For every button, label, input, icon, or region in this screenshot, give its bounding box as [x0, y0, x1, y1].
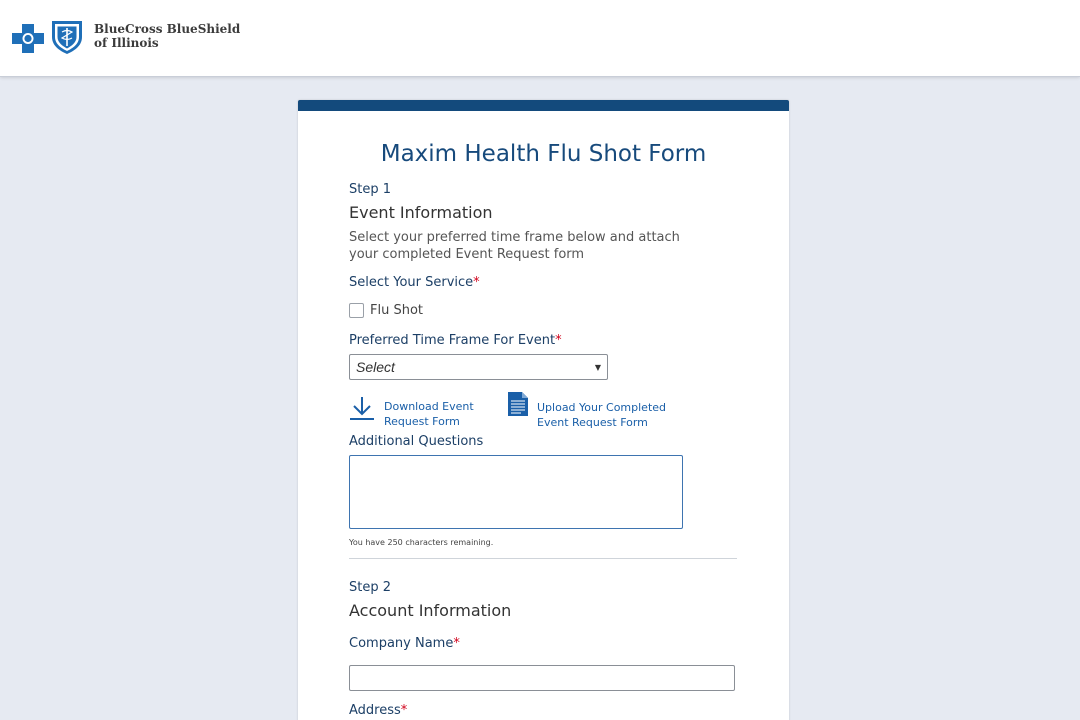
company-name-label: Company Name* — [349, 636, 460, 651]
brand-name: BlueCross BlueShield of Illinois — [94, 22, 240, 50]
required-mark: * — [473, 275, 480, 290]
upload-link-line-2[interactable]: Event Request Form — [537, 415, 666, 430]
event-information-heading: Event Information — [349, 203, 493, 222]
download-link-line-1[interactable]: Download Event — [384, 399, 474, 414]
event-description: Select your preferred time frame below a… — [349, 229, 709, 263]
required-mark: * — [453, 636, 460, 651]
upload-link-line-1[interactable]: Upload Your Completed — [537, 400, 666, 415]
download-icon[interactable] — [349, 394, 375, 426]
upload-form-link[interactable]: Upload Your Completed Event Request Form — [537, 400, 666, 430]
description-line-1: Select your preferred time frame below a… — [349, 230, 680, 245]
brand-line-2: of Illinois — [94, 36, 159, 50]
flu-shot-option[interactable]: Flu Shot — [349, 303, 423, 318]
download-link-line-2[interactable]: Request Form — [384, 414, 474, 429]
address-label: Address* — [349, 703, 407, 718]
section-divider — [349, 558, 737, 559]
flu-shot-label[interactable]: Flu Shot — [370, 303, 423, 318]
company-name-input[interactable] — [349, 665, 735, 691]
site-header: BlueCross BlueShield of Illinois — [0, 0, 1080, 77]
form-card: Maxim Health Flu Shot Form Step 1 Event … — [298, 100, 789, 720]
time-frame-label-text: Preferred Time Frame For Event — [349, 333, 556, 348]
required-mark: * — [555, 333, 562, 348]
address-label-text: Address — [349, 703, 401, 718]
service-label: Select Your Service* — [349, 275, 480, 290]
characters-remaining: You have 250 characters remaining. — [349, 538, 494, 547]
time-frame-select-value: Select — [356, 359, 395, 375]
bcbs-logo[interactable]: BlueCross BlueShield of Illinois — [10, 18, 240, 54]
download-form-link[interactable]: Download Event Request Form — [384, 399, 474, 429]
document-icon[interactable] — [507, 391, 529, 421]
required-mark: * — [400, 703, 408, 718]
company-name-label-text: Company Name — [349, 636, 454, 651]
time-frame-label: Preferred Time Frame For Event* — [349, 333, 562, 348]
flu-shot-checkbox[interactable] — [349, 303, 364, 318]
brand-line-1: BlueCross BlueShield — [94, 22, 241, 36]
page-title: Maxim Health Flu Shot Form — [380, 141, 707, 167]
chevron-down-icon: ▼ — [594, 362, 601, 372]
time-frame-select[interactable]: Select ▼ — [349, 354, 608, 380]
cross-shield-icon — [12, 21, 82, 54]
additional-questions-label: Additional Questions — [349, 434, 484, 449]
service-label-text: Select Your Service — [349, 275, 474, 290]
description-line-2: your completed Event Request form — [349, 247, 585, 262]
additional-questions-textarea[interactable] — [349, 455, 683, 529]
account-information-heading: Account Information — [349, 601, 512, 620]
step-1-label: Step 1 — [349, 182, 392, 197]
step-2-label: Step 2 — [349, 580, 392, 595]
